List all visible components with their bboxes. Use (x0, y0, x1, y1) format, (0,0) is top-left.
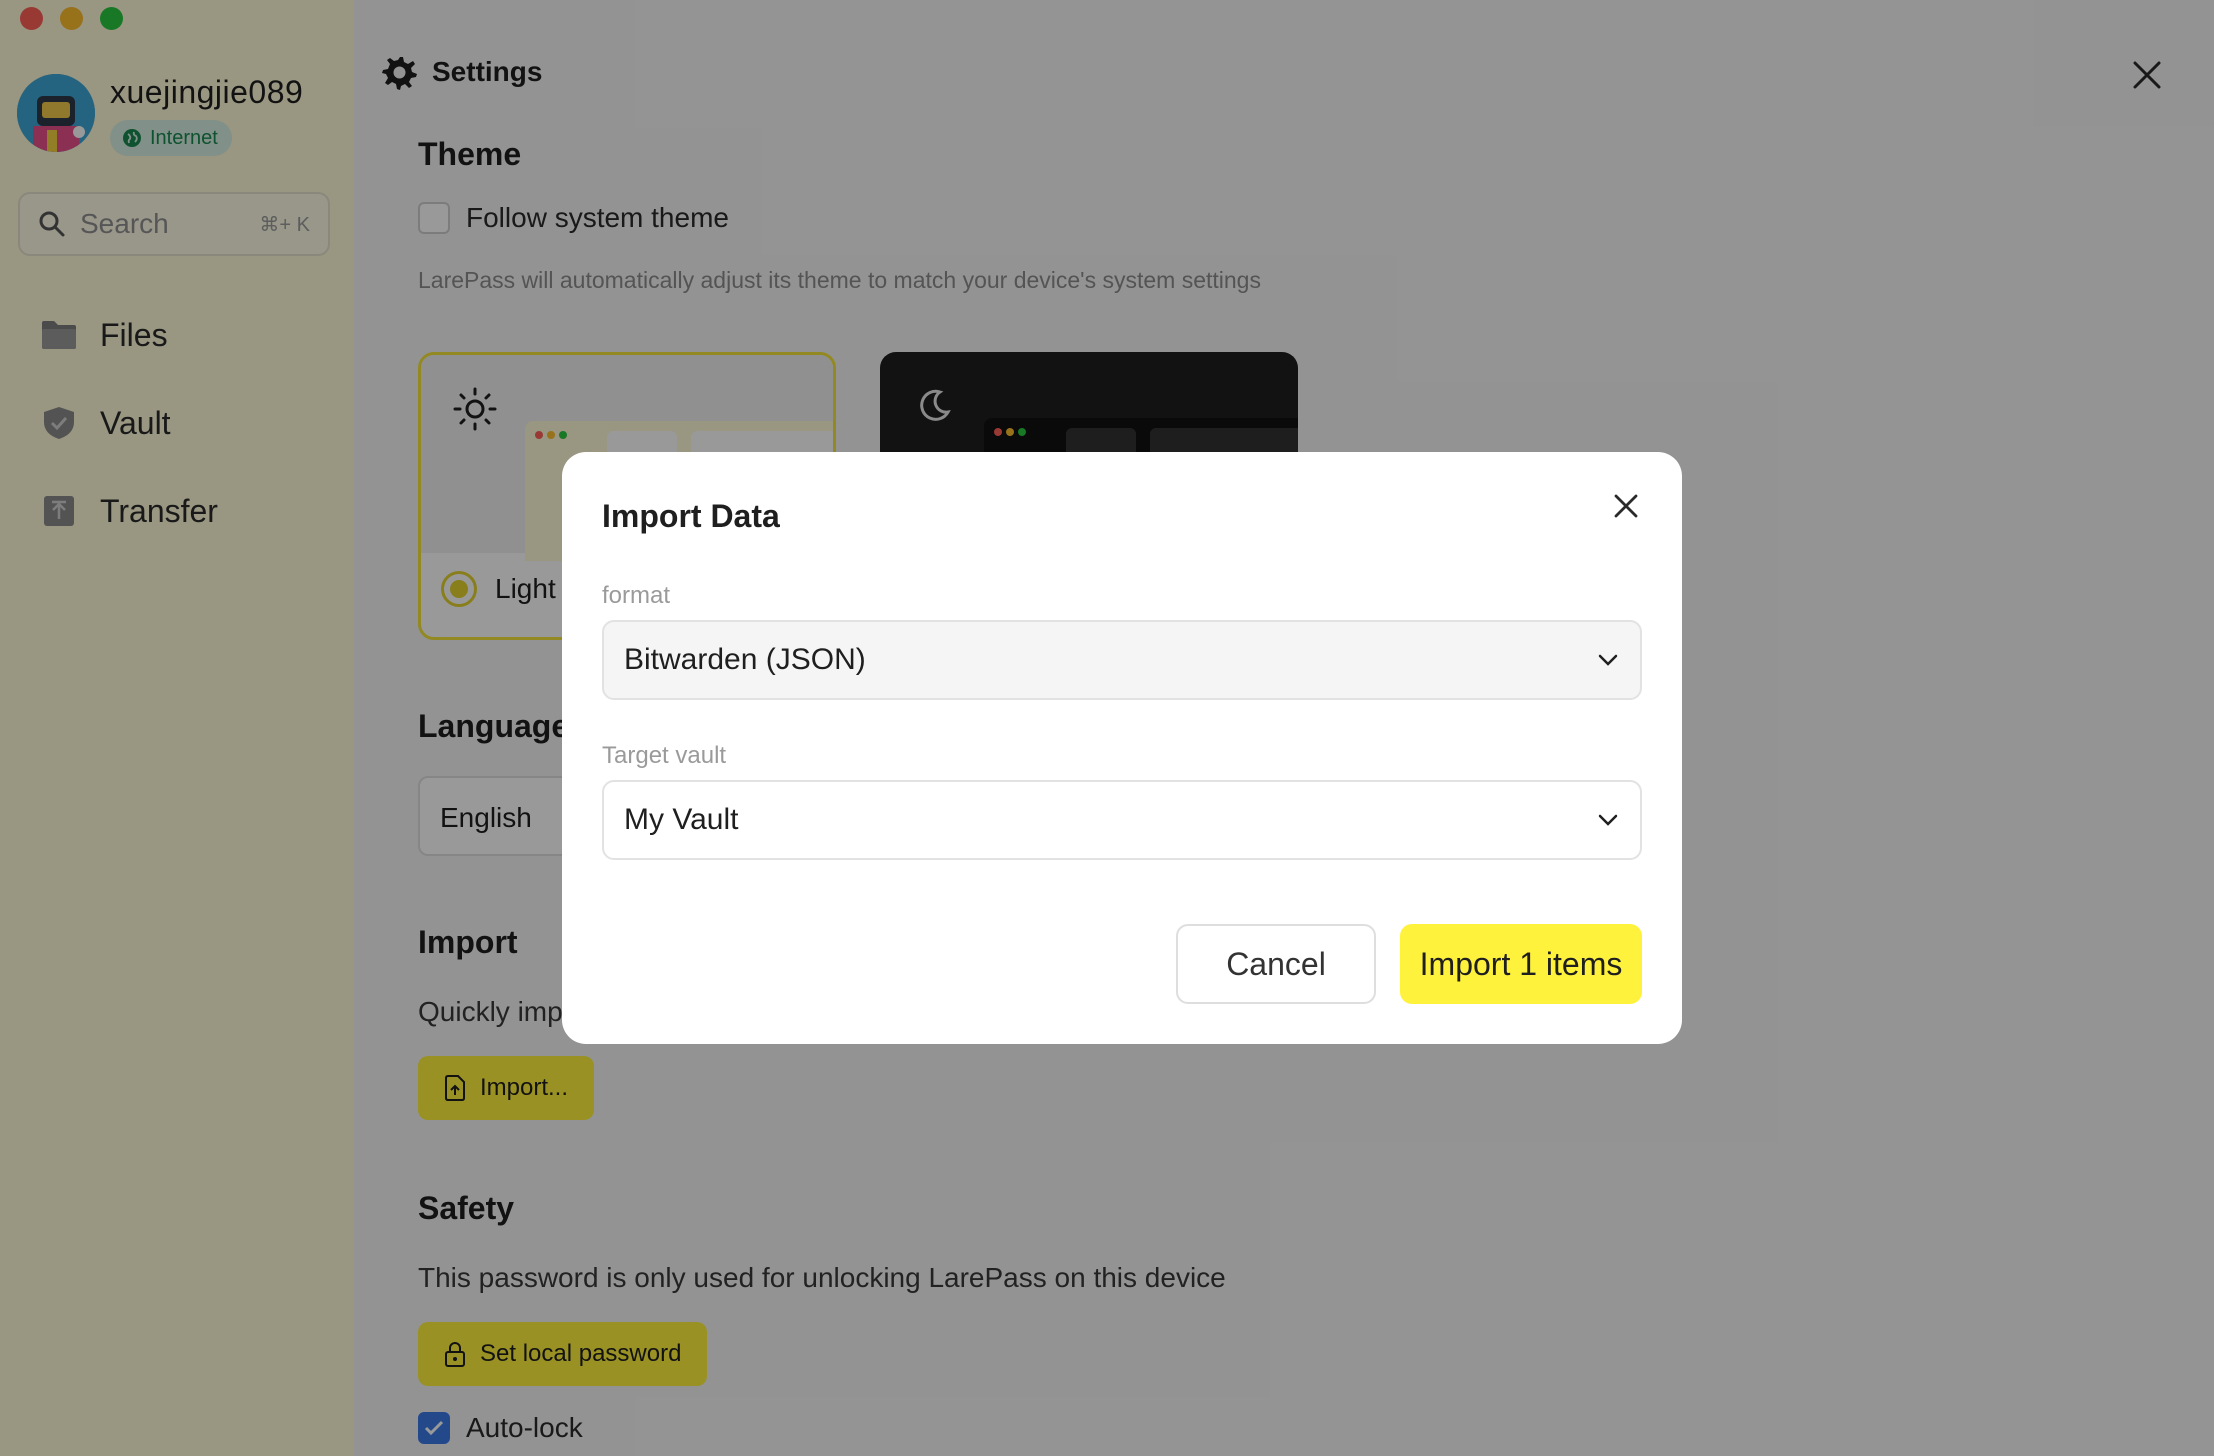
format-label: format (602, 582, 671, 609)
cancel-button[interactable]: Cancel (1176, 924, 1376, 1004)
format-select[interactable]: Bitwarden (JSON) (602, 620, 1642, 700)
target-vault-select[interactable]: My Vault (602, 780, 1642, 860)
format-value: Bitwarden (JSON) (624, 643, 866, 676)
target-vault-value: My Vault (624, 803, 739, 836)
dialog-close-icon[interactable] (1608, 488, 1644, 524)
chevron-down-icon (1598, 814, 1618, 826)
dialog-title: Import Data (602, 498, 780, 534)
target-vault-label: Target vault (602, 742, 727, 769)
import-items-button[interactable]: Import 1 items (1400, 924, 1642, 1004)
chevron-down-icon (1598, 654, 1618, 666)
import-data-dialog: Import Data format Bitwarden (JSON) Targ… (562, 452, 1682, 1044)
